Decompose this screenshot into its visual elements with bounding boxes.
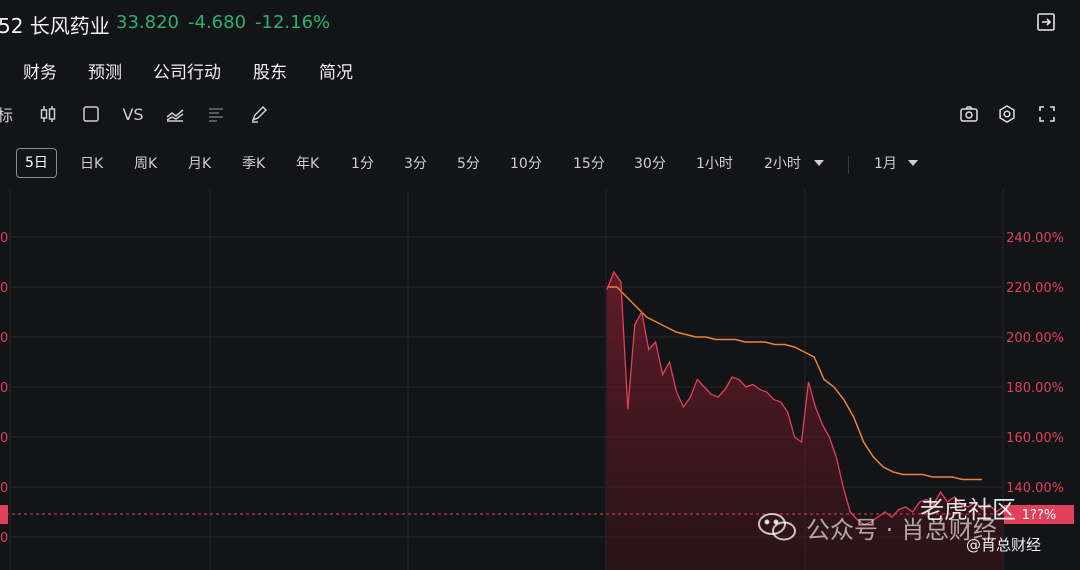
- period-1hour[interactable]: 1小时: [696, 153, 733, 173]
- wechat-icon: [756, 510, 798, 544]
- compare-label: VS: [122, 104, 144, 124]
- period-quarter-k[interactable]: 季K: [242, 153, 265, 173]
- left-axis-tick: 0: [0, 281, 8, 296]
- period-divider: [848, 156, 849, 174]
- compare-button[interactable]: VS: [120, 100, 146, 128]
- period-15min[interactable]: 15分: [573, 153, 605, 173]
- candlestick-icon[interactable]: [36, 100, 60, 128]
- period-5min[interactable]: 5分: [457, 153, 480, 173]
- left-axis-tick: 0: [0, 431, 8, 446]
- left-axis-tick: 0: [0, 531, 8, 546]
- period-3min[interactable]: 3分: [404, 153, 427, 173]
- tab-profile[interactable]: 简况: [319, 58, 353, 83]
- period-10min[interactable]: 10分: [510, 153, 542, 173]
- period-2hour[interactable]: 2小时: [764, 153, 801, 173]
- right-axis-tick: 160.00%: [1006, 431, 1064, 446]
- exit-icon[interactable]: [1034, 10, 1058, 34]
- chart-line-icon[interactable]: [163, 100, 187, 128]
- right-axis-tick: 180.00%: [1006, 381, 1064, 396]
- period-30min[interactable]: 30分: [634, 153, 666, 173]
- current-label: 1??%: [1022, 508, 1056, 523]
- right-axis: 240.00%220.00%200.00%180.00%160.00%140.0…: [1006, 231, 1064, 496]
- tab-corporate-actions[interactable]: 公司行动: [153, 58, 221, 83]
- right-axis-tick: 200.00%: [1006, 331, 1064, 346]
- indicator-button[interactable]: 标: [0, 100, 14, 128]
- period-1month-chevron-down-icon[interactable]: [908, 160, 918, 166]
- left-axis-tick: 0: [0, 331, 8, 346]
- stock-header: 52 长风药业 33.820 -4.680 -12.16%: [0, 0, 1080, 46]
- period-selector: 5日 日K 周K 月K 季K 年K 1分 3分 5分 10分 15分 30分 1…: [0, 148, 1080, 180]
- tab-forecast[interactable]: 预测: [88, 58, 122, 83]
- handle-watermark: @肖总财经: [966, 536, 1042, 554]
- settings-icon[interactable]: [996, 100, 1018, 128]
- tab-shareholders[interactable]: 股东: [253, 58, 287, 83]
- tab-finance[interactable]: 财务: [23, 58, 57, 83]
- stock-change: -4.680: [188, 12, 247, 33]
- left-axis-tick: 0: [0, 481, 8, 496]
- chart-toolbar: 标 VS: [0, 100, 1080, 128]
- left-axis-tick: 0: [0, 231, 8, 246]
- pen-icon[interactable]: [248, 100, 270, 128]
- period-week-k[interactable]: 周K: [134, 153, 157, 173]
- square-icon[interactable]: [80, 100, 102, 128]
- period-1min[interactable]: 1分: [351, 153, 374, 173]
- left-current-label-box: [0, 505, 8, 524]
- period-day-k[interactable]: 日K: [80, 153, 103, 173]
- right-axis-tick: 240.00%: [1006, 231, 1064, 246]
- period-1month[interactable]: 1月: [874, 153, 897, 173]
- period-5d[interactable]: 5日: [16, 148, 57, 178]
- indicator-label: 标: [0, 106, 13, 125]
- left-axis-tick: 0: [0, 381, 8, 396]
- period-month-k[interactable]: 月K: [188, 153, 211, 173]
- stock-change-percent: -12.16%: [255, 12, 331, 33]
- right-axis-tick: 220.00%: [1006, 281, 1064, 296]
- camera-icon[interactable]: [958, 100, 980, 128]
- stock-price: 33.820: [116, 12, 179, 33]
- list-icon[interactable]: [205, 100, 227, 128]
- site-watermark: 老虎社区: [920, 496, 1016, 524]
- period-year-k[interactable]: 年K: [296, 153, 319, 173]
- fullscreen-icon[interactable]: [1036, 100, 1058, 128]
- period-2hour-chevron-down-icon[interactable]: [814, 160, 824, 166]
- stock-title: 52 长风药业: [0, 14, 110, 38]
